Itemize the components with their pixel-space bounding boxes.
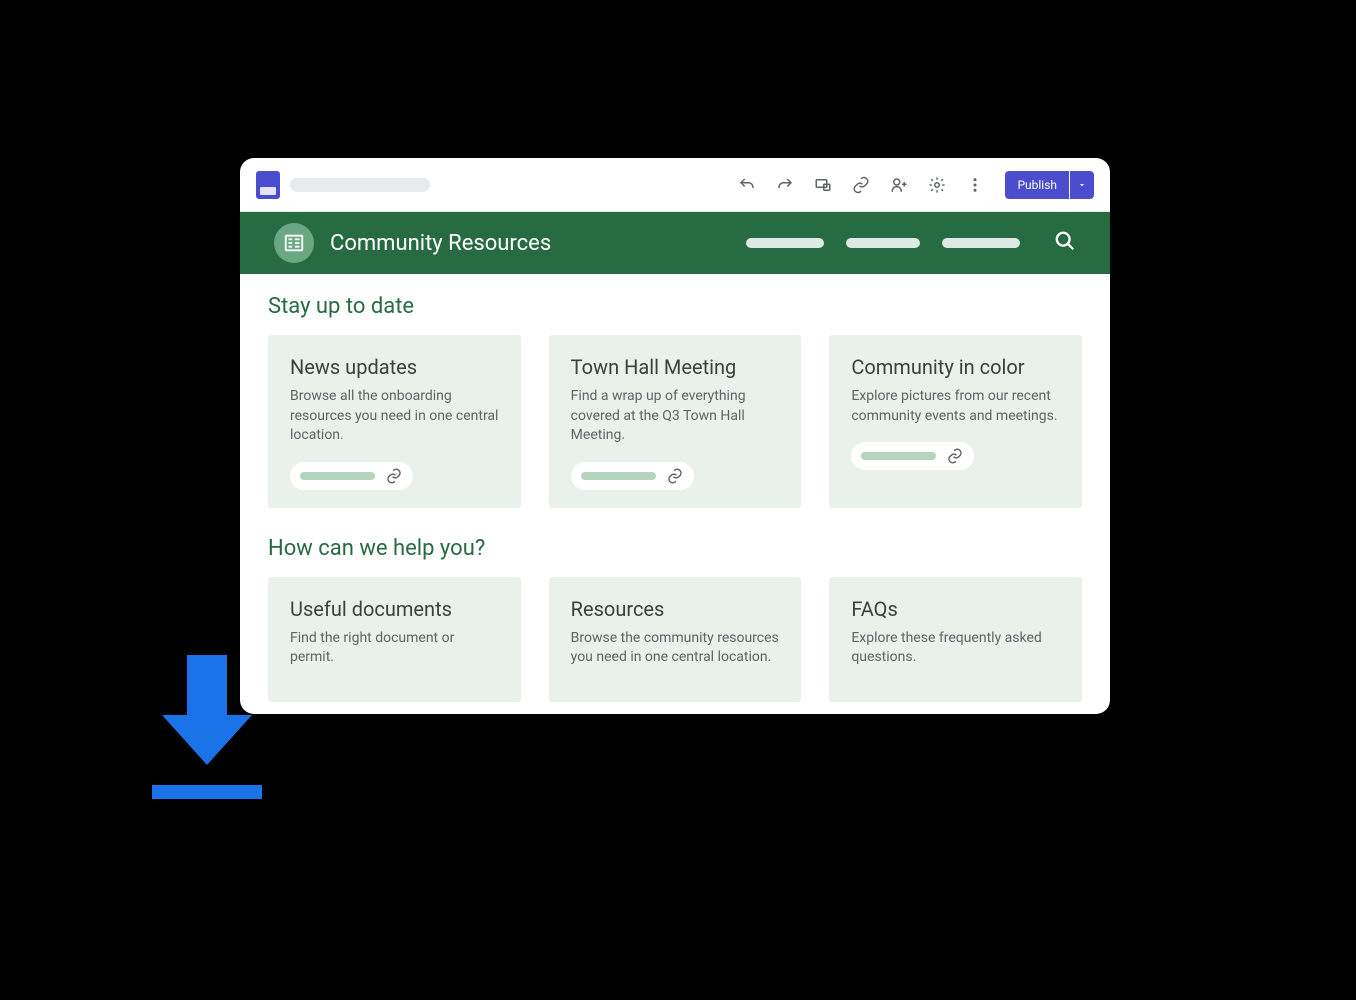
card-row: Useful documents Find the right document… xyxy=(268,577,1082,702)
sites-logo-icon[interactable] xyxy=(256,171,280,199)
undo-icon[interactable] xyxy=(733,171,761,199)
card-title: Useful documents xyxy=(290,597,499,621)
card-title: Community in color xyxy=(851,355,1060,379)
download-arrow-icon xyxy=(152,655,262,800)
card-town-hall[interactable]: Town Hall Meeting Find a wrap up of ever… xyxy=(549,335,802,508)
gear-icon[interactable] xyxy=(923,171,951,199)
document-title-placeholder[interactable] xyxy=(290,178,430,192)
card-title: Resources xyxy=(571,597,780,621)
nav-link-placeholder[interactable] xyxy=(746,238,824,248)
card-description: Explore pictures from our recent communi… xyxy=(851,387,1060,426)
site-title: Community Resources xyxy=(330,231,551,256)
share-person-icon[interactable] xyxy=(885,171,913,199)
nav-links xyxy=(746,238,1020,248)
publish-dropdown-caret[interactable] xyxy=(1070,171,1094,199)
site-logo-icon xyxy=(274,223,314,263)
card-news-updates[interactable]: News updates Browse all the onboarding r… xyxy=(268,335,521,508)
chip-label-placeholder xyxy=(861,452,936,460)
nav-link-placeholder[interactable] xyxy=(942,238,1020,248)
link-chip[interactable] xyxy=(571,462,694,490)
publish-button[interactable]: Publish xyxy=(1005,171,1069,199)
link-icon xyxy=(385,467,403,485)
card-resources[interactable]: Resources Browse the community resources… xyxy=(549,577,802,702)
site-header: Community Resources xyxy=(240,212,1110,274)
card-description: Browse all the onboarding resources you … xyxy=(290,387,499,446)
link-chip[interactable] xyxy=(851,442,974,470)
more-vertical-icon[interactable] xyxy=(961,171,989,199)
redo-icon[interactable] xyxy=(771,171,799,199)
card-title: News updates xyxy=(290,355,499,379)
card-description: Find the right document or permit. xyxy=(290,629,499,668)
card-faqs[interactable]: FAQs Explore these frequently asked ques… xyxy=(829,577,1082,702)
chip-label-placeholder xyxy=(581,472,656,480)
card-description: Find a wrap up of everything covered at … xyxy=(571,387,780,446)
search-icon[interactable] xyxy=(1054,230,1076,256)
link-icon xyxy=(666,467,684,485)
link-icon xyxy=(946,447,964,465)
nav-link-placeholder[interactable] xyxy=(846,238,920,248)
section-heading: How can we help you? xyxy=(268,536,1082,561)
editor-window: Publish Community Resources Stay up to d… xyxy=(240,158,1110,714)
card-title: FAQs xyxy=(851,597,1060,621)
card-description: Browse the community resources you need … xyxy=(571,629,780,668)
publish-button-group: Publish xyxy=(1005,171,1094,199)
card-community-color[interactable]: Community in color Explore pictures from… xyxy=(829,335,1082,508)
section-heading: Stay up to date xyxy=(268,294,1082,319)
chip-label-placeholder xyxy=(300,472,375,480)
preview-icon[interactable] xyxy=(809,171,837,199)
card-row: News updates Browse all the onboarding r… xyxy=(268,335,1082,508)
link-icon[interactable] xyxy=(847,171,875,199)
site-content: Stay up to date News updates Browse all … xyxy=(240,274,1110,702)
toolbar: Publish xyxy=(240,158,1110,212)
link-chip[interactable] xyxy=(290,462,413,490)
card-description: Explore these frequently asked questions… xyxy=(851,629,1060,668)
card-useful-documents[interactable]: Useful documents Find the right document… xyxy=(268,577,521,702)
card-title: Town Hall Meeting xyxy=(571,355,780,379)
